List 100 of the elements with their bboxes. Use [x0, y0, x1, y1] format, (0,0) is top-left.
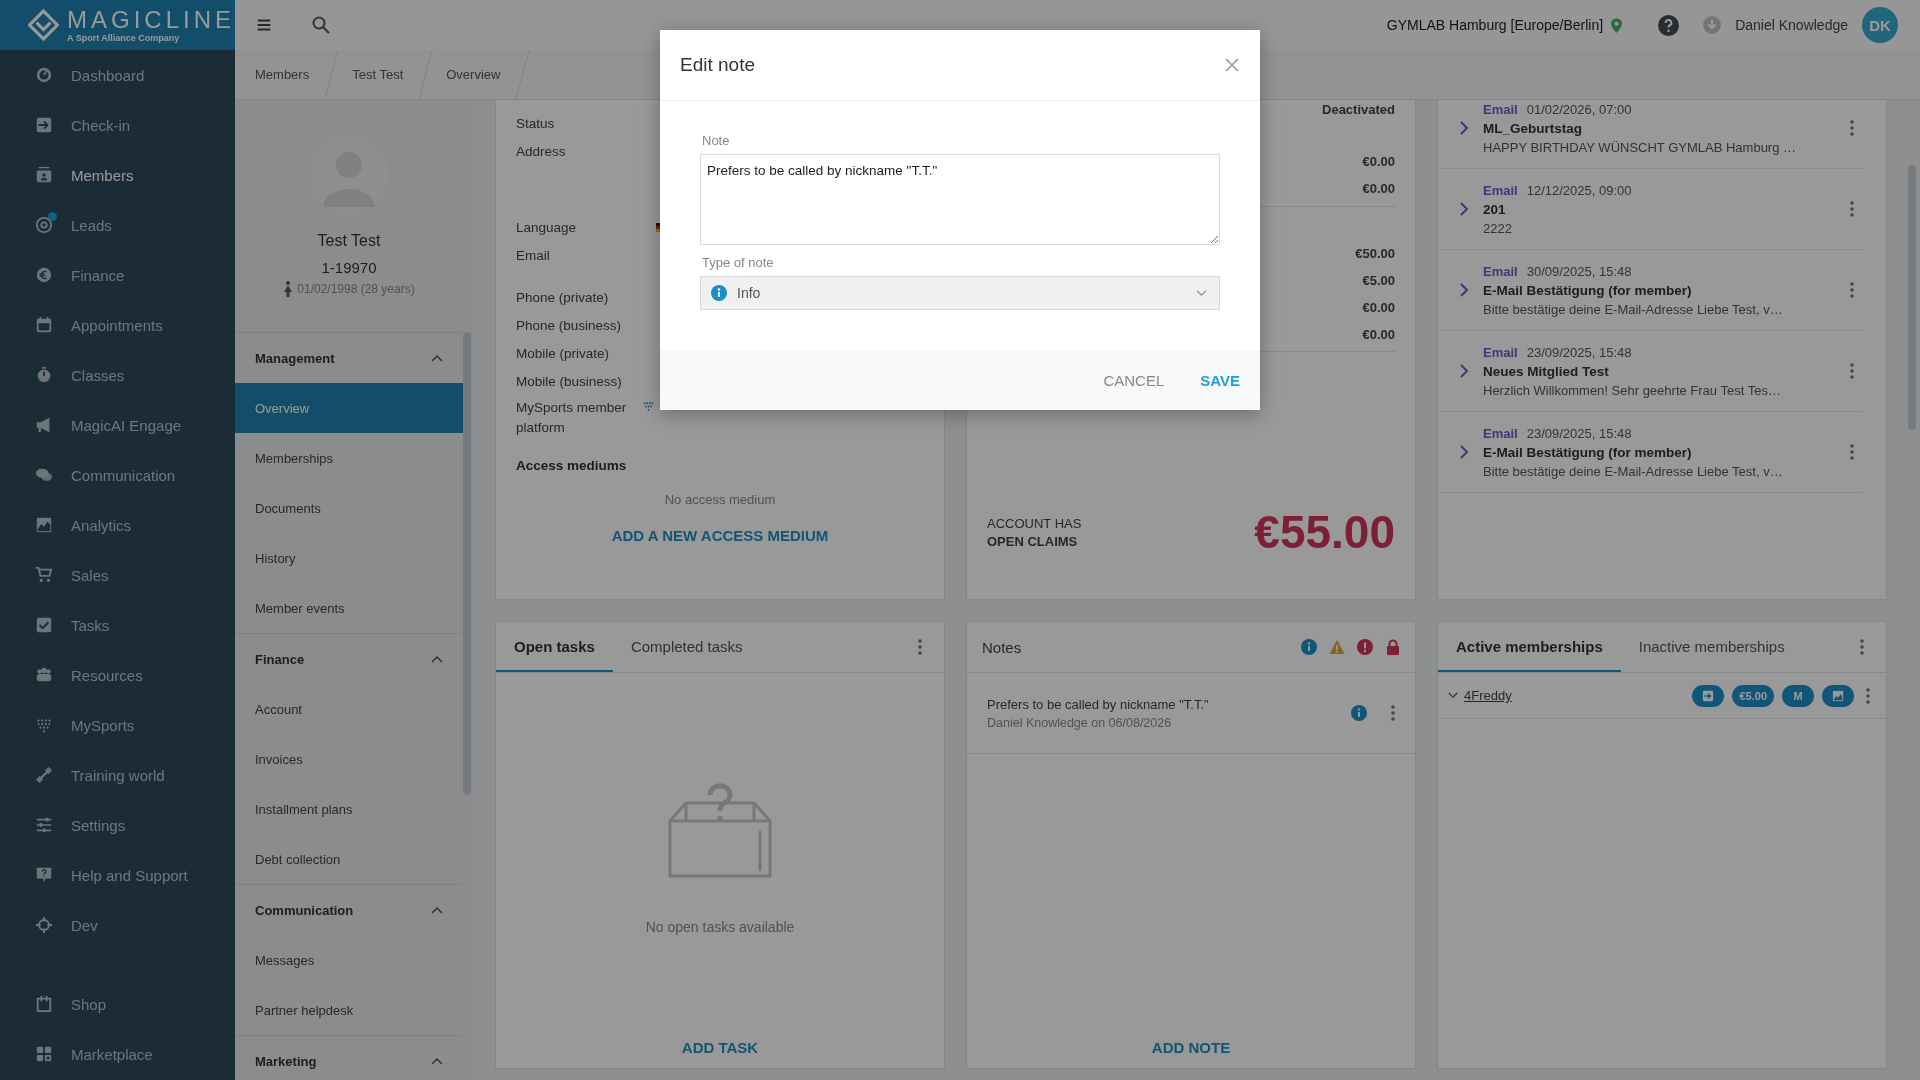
menu-item[interactable]: Partner helpdesk [235, 985, 463, 1035]
error-icon[interactable] [1357, 639, 1373, 655]
lock-icon[interactable] [1385, 639, 1401, 655]
nav-item[interactable]: Classes [0, 350, 235, 400]
nav-item[interactable]: Shop [0, 979, 235, 1029]
nav-item[interactable]: Tasks [0, 600, 235, 650]
logo-tagline: A Sport Alliance Company [66, 32, 181, 44]
letter-pill[interactable]: M [1782, 684, 1814, 707]
chevron-right-icon[interactable] [1459, 363, 1469, 379]
nav-item[interactable]: Resources [0, 650, 235, 700]
caret-icon [1196, 289, 1207, 297]
add-access-medium-link[interactable]: ADD A NEW ACCESS MEDIUM [611, 527, 829, 544]
message-row[interactable]: Email 23/09/2025, 15:48 Neues Mitglied Test Herzlich Willkommen! Sehr geehrte Frau Test Tes… [1440, 331, 1862, 412]
location-label[interactable]: GYMLAB Hamburg [Europe/Berlin] [1386, 17, 1604, 33]
menu-item[interactable]: Member events [235, 583, 463, 633]
note-field[interactable]: Prefers to be called by nickname "T.T." [700, 154, 1220, 245]
add-task-link[interactable]: ADD TASK [681, 1039, 759, 1056]
amount: €0.00 [1362, 181, 1395, 196]
cancel-button[interactable]: CANCEL [1095, 363, 1173, 397]
tab[interactable]: Inactive memberships [1620, 622, 1803, 672]
nav-item[interactable]: MySports [0, 700, 235, 750]
nav-item[interactable]: Help and Support [0, 850, 235, 900]
channel-label: Email [1483, 101, 1518, 117]
cart-icon [35, 566, 53, 584]
save-button[interactable]: SAVE [1192, 363, 1248, 397]
menu-item[interactable]: Memberships [235, 433, 463, 483]
field-label: Type of note [702, 255, 775, 270]
add-note-link[interactable]: ADD NOTE [1151, 1039, 1231, 1056]
claims-label: OPEN CLAIMS [987, 533, 1079, 549]
menu-item[interactable]: Documents [235, 483, 463, 533]
close-icon[interactable] [1224, 57, 1240, 73]
message-row[interactable]: Email 23/09/2025, 15:48 E-Mail Bestätigung (for member) Bitte bestätige deine E-Mail-Adresse Liebe Test, v… [1440, 412, 1862, 493]
menu-item[interactable]: History [235, 533, 463, 583]
menu-item[interactable]: Invoices [235, 734, 463, 784]
field-label: Phone (private) [516, 289, 610, 307]
nav-item[interactable]: Marketplace [0, 1029, 235, 1079]
menu-item[interactable]: Account [235, 684, 463, 734]
nav-item[interactable]: Analytics [0, 500, 235, 550]
chevron-icon [431, 655, 443, 663]
help-icon[interactable] [1658, 14, 1680, 36]
chevron-right-icon[interactable] [1459, 282, 1469, 298]
scrollbar[interactable] [463, 332, 471, 795]
chevron-down-icon[interactable] [1448, 692, 1458, 699]
menu-item[interactable]: Messages [235, 935, 463, 985]
price-pill[interactable]: €5.00 [1732, 684, 1774, 707]
id-card-icon [35, 166, 53, 184]
menu-item[interactable]: Debt collection [235, 834, 463, 884]
message-row[interactable]: Email 30/09/2025, 15:48 E-Mail Bestätigung (for member) Bitte bestätige deine E-Mail-Adresse Liebe Test, v… [1440, 250, 1862, 331]
section-header[interactable]: Marketing [235, 1036, 463, 1080]
nav-item[interactable]: Check-in [0, 100, 235, 150]
nav-item[interactable]: Settings [0, 800, 235, 850]
message-preview: Herzlich Willkommen! Sehr geehrte Frau Test Tes… [1483, 382, 1782, 398]
field-label: Mobile (business) [516, 373, 623, 391]
chart-pill[interactable] [1822, 684, 1854, 707]
tab[interactable]: Completed tasks [612, 622, 761, 672]
tab[interactable]: Active memberships [1438, 622, 1621, 672]
message-row[interactable]: Email 01/02/2026, 07:00 ML_Geburtstag HAPPY BIRTHDAY WÜNSCHT GYMLAB Hamburg … [1440, 100, 1862, 169]
empty-message: No open tasks available [645, 919, 795, 935]
chevron-right-icon[interactable] [1459, 444, 1469, 460]
sign-in-pill[interactable] [1692, 684, 1725, 707]
status-label: Deactivated [1322, 102, 1395, 117]
logo-icon[interactable] [28, 7, 59, 43]
breadcrumb-link[interactable]: Overview [426, 50, 523, 99]
nav-item[interactable]: Dashboard [0, 50, 235, 100]
section-header[interactable]: Communication [235, 885, 463, 935]
nav-item[interactable]: Communication [0, 450, 235, 500]
nav-item[interactable]: Members [0, 150, 235, 200]
note-row[interactable]: Prefers to be called by nickname "T.T." Daniel Knowledge on 06/08/2026 [967, 673, 1415, 754]
search-icon[interactable] [311, 15, 331, 35]
gauge-icon [35, 66, 53, 84]
note-type-select[interactable]: Info [700, 276, 1220, 310]
membership-link[interactable]: 4Freddy [1464, 688, 1512, 703]
nav-item[interactable]: Dev [0, 900, 235, 950]
user-name[interactable]: Daniel Knowledge [1735, 17, 1848, 33]
section-header[interactable]: Management [235, 333, 463, 383]
breadcrumb-link[interactable]: Test Test [332, 50, 426, 99]
logo-wordmark: MAGICLINE [66, 6, 235, 33]
breadcrumb-link[interactable]: Members [235, 50, 332, 99]
nav-item[interactable]: Finance [0, 250, 235, 300]
nav-item[interactable]: Sales [0, 550, 235, 600]
chevron-right-icon[interactable] [1459, 120, 1469, 136]
menu-item[interactable]: Overview [235, 383, 463, 433]
user-avatar[interactable]: DK [1862, 7, 1898, 43]
warning-icon[interactable] [1329, 639, 1345, 655]
dialog-title: Edit note [680, 54, 755, 76]
channel-label: Email [1483, 344, 1518, 360]
section-header[interactable]: Finance [235, 634, 463, 684]
info-icon[interactable] [1301, 639, 1317, 655]
target-icon [35, 216, 53, 234]
message-row[interactable]: Email 12/12/2025, 09:00 201 2222 [1440, 169, 1862, 250]
nav-item[interactable]: MagicAI Engage [0, 400, 235, 450]
amount: €0.00 [1362, 327, 1395, 342]
chevron-right-icon[interactable] [1459, 201, 1469, 217]
nav-item[interactable]: Leads [0, 200, 235, 250]
menu-item[interactable]: Installment plans [235, 784, 463, 834]
nav-item[interactable]: Training world [0, 750, 235, 800]
message-date: 30/09/2025, 15:48 [1526, 263, 1632, 279]
chevron-icon [431, 1057, 443, 1065]
nav-item[interactable]: Appointments [0, 300, 235, 350]
tab[interactable]: Open tasks [496, 622, 613, 672]
